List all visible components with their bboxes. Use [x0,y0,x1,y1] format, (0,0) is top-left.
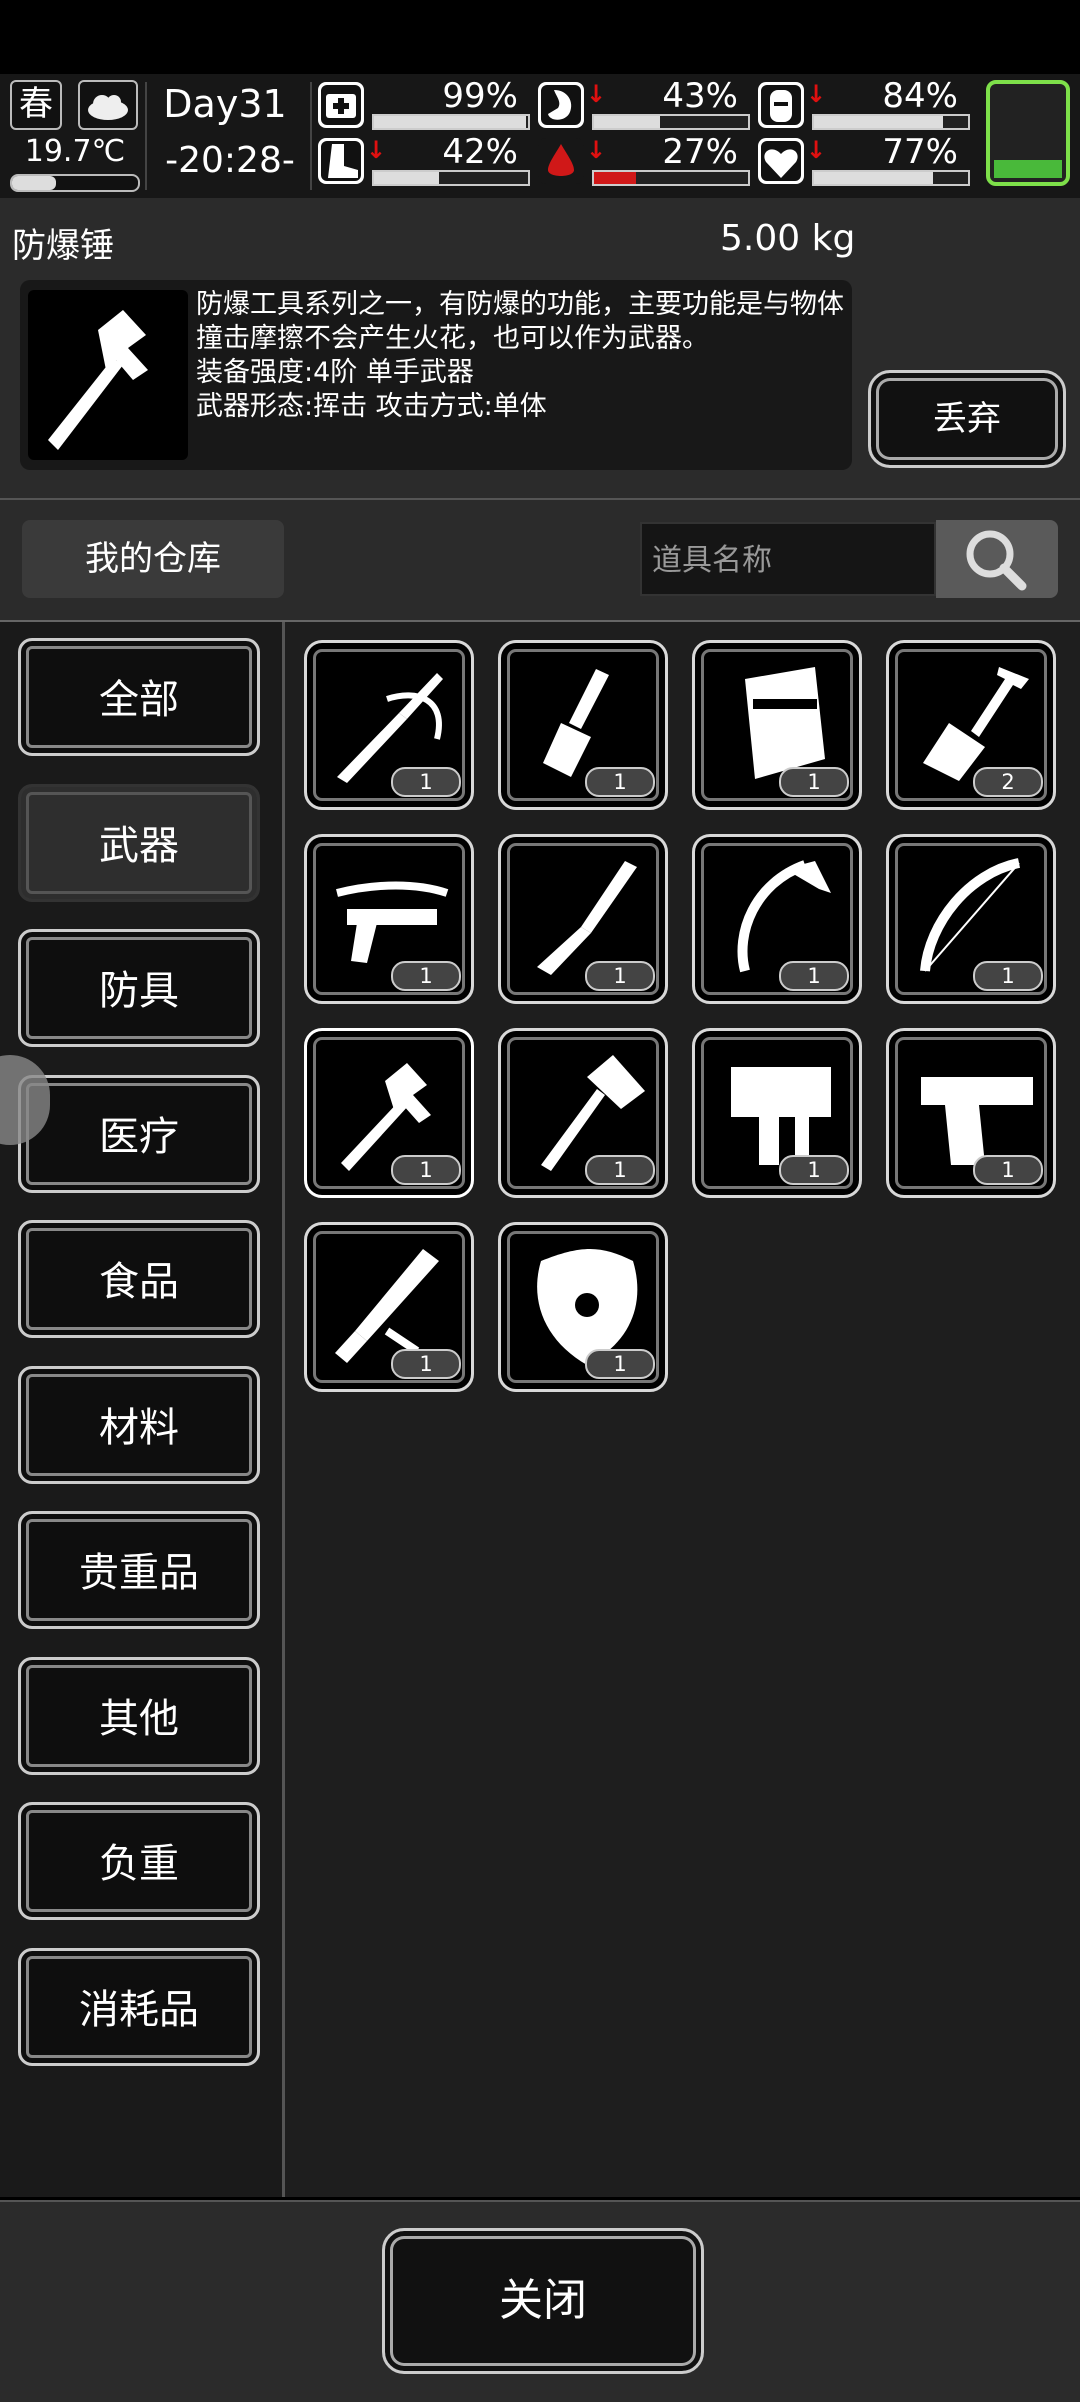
item-count: 1 [585,1349,655,1379]
season-badge: 春 [10,80,62,130]
item-count: 1 [391,1155,461,1185]
search-input[interactable]: 道具名称 [640,522,936,596]
stat-bar [592,170,750,186]
stat-bar [812,170,970,186]
stat-percent: 43% [662,76,738,116]
item-description: 防爆工具系列之一，有防爆的功能，主要功能是与物体撞击摩擦不会产生火花，也可以作为… [196,289,844,422]
stat-bar [372,170,530,186]
category-tab[interactable]: 食品 [18,1220,260,1338]
heart-icon [758,138,804,184]
stat-percent: 42% [442,132,518,172]
item-slot[interactable]: 1 [692,640,862,810]
category-tab[interactable]: 贵重品 [18,1511,260,1629]
stat-percent: 99% [442,76,518,116]
blood-drop-icon [538,138,584,184]
item-count: 1 [779,767,849,797]
item-weight: 5.00 kg [720,218,856,259]
stat-bar [592,114,750,130]
category-tab[interactable]: 消耗品 [18,1947,260,2066]
my-warehouse-button[interactable]: 我的仓库 [22,520,284,598]
item-slot[interactable]: 1 [692,834,862,1004]
item-name: 防爆锤 [12,226,114,266]
temperature-value: 19.7℃ [24,134,126,169]
divider [310,82,312,190]
item-count: 1 [391,1349,461,1379]
discard-button[interactable]: 丢弃 [868,370,1066,468]
stat-bar [372,114,530,130]
item-count: 1 [585,767,655,797]
item-count: 2 [973,767,1043,797]
temperature-bar [10,174,140,192]
item-slot[interactable]: 1 [886,834,1056,1004]
weather-icon [78,80,138,130]
item-slot[interactable]: 1 [498,640,668,810]
category-tab[interactable]: 材料 [18,1365,260,1484]
item-count: 1 [973,1155,1043,1185]
category-tab[interactable]: 全部 [18,638,260,756]
stat-bar [812,114,970,130]
stat-percent: 77% [882,132,958,172]
stomach-icon [538,82,584,128]
battery-indicator [986,80,1070,186]
search-icon [966,530,1027,591]
hammer-icon [28,290,188,460]
item-slot[interactable]: 1 [498,1222,668,1392]
boot-icon [318,138,364,184]
item-slot[interactable]: 1 [692,1028,862,1198]
category-tab[interactable]: 其他 [18,1656,260,1775]
item-count: 1 [585,961,655,991]
item-slot[interactable]: 1 [886,1028,1056,1198]
item-slot[interactable]: 1 [498,1028,668,1198]
item-count: 1 [585,1155,655,1185]
item-count: 1 [391,961,461,991]
health-icon [318,82,364,128]
category-tab[interactable]: 武器 [18,783,260,902]
item-count: 1 [391,767,461,797]
category-tab[interactable]: 防具 [18,929,260,1047]
game-clock: -20:28- [165,140,295,181]
item-count: 1 [779,961,849,991]
category-tab[interactable]: 负重 [18,1802,260,1920]
search-button[interactable] [936,520,1058,598]
item-count: 1 [779,1155,849,1185]
item-slot[interactable]: 1 [304,1028,474,1198]
item-slot[interactable]: 1 [304,834,474,1004]
day-counter: Day31 [163,82,287,126]
stat-percent: 84% [882,76,958,116]
item-slot[interactable]: 1 [304,1222,474,1392]
item-slot[interactable]: 1 [498,834,668,1004]
stat-percent: 27% [662,132,738,172]
close-button[interactable]: 关闭 [382,2228,704,2374]
divider [145,82,147,190]
item-slot[interactable]: 1 [304,640,474,810]
category-tab[interactable]: 医疗 [18,1074,260,1193]
item-count: 1 [973,961,1043,991]
item-slot[interactable]: 2 [886,640,1056,810]
water-icon [758,82,804,128]
